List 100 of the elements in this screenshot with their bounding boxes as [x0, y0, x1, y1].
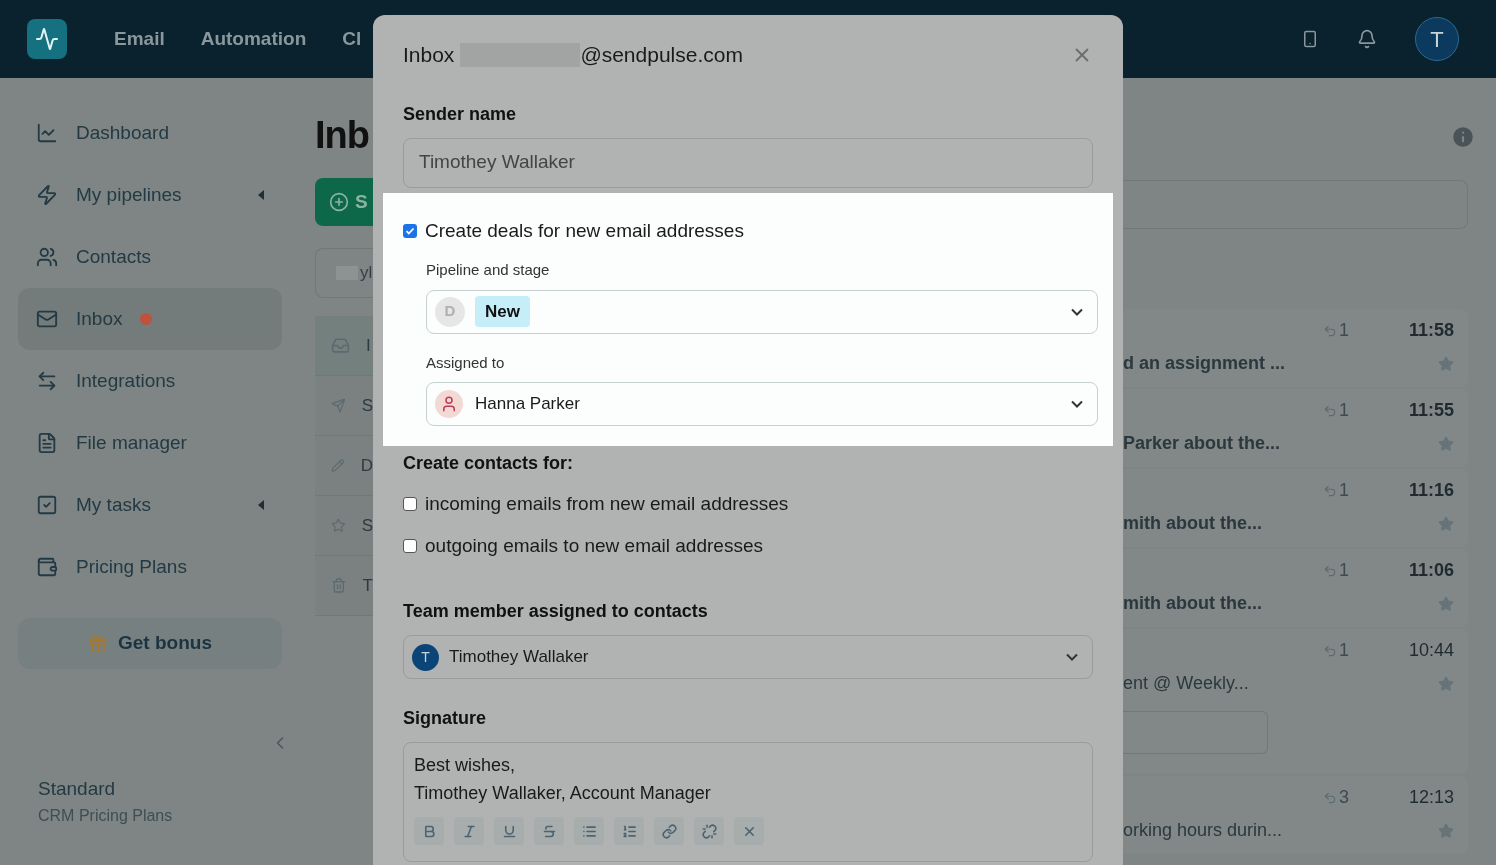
file-icon — [36, 432, 58, 454]
sidebar-item[interactable]: My tasks — [18, 474, 282, 536]
reply-icon — [1323, 403, 1337, 418]
plan-subtitle: CRM Pricing Plans — [38, 805, 174, 826]
signature-editor[interactable]: Best wishes, Timothey Wallaker, Account Manager — [403, 742, 1093, 862]
message-row[interactable]: 1 11:58 d an assignment ... — [1123, 309, 1468, 387]
arrows-icon — [36, 370, 58, 392]
strikethrough-icon[interactable] — [534, 817, 564, 845]
message-row[interactable]: 1 11:55 Parker about the... — [1123, 389, 1468, 467]
star-icon[interactable] — [1438, 595, 1454, 612]
close-icon[interactable] — [734, 817, 764, 845]
message-snippet: Parker about the... — [1123, 432, 1281, 455]
checkbox-label: incoming emails from new email addresses — [425, 492, 789, 516]
signature-line: Timothey Wallaker, Account Manager — [414, 782, 712, 805]
reply-icon — [1323, 323, 1337, 338]
reply-icon — [1323, 483, 1337, 498]
inbox-icon — [331, 336, 350, 355]
assignee-select[interactable]: Hanna Parker — [426, 382, 1098, 426]
select-value: Timothey Wallaker — [449, 646, 589, 669]
person-icon — [440, 395, 458, 413]
users-icon — [36, 246, 58, 268]
field-label: Assigned to — [426, 352, 506, 373]
search-field[interactable] — [1123, 180, 1468, 229]
get-bonus-button[interactable]: Get bonus — [18, 618, 282, 669]
message-row[interactable]: 1 10:44 ent @ Weekly... — [1123, 629, 1468, 774]
checkbox-label: Create deals for new email addresses — [425, 218, 744, 243]
sidebar-item[interactable]: My pipelines — [18, 164, 282, 226]
plus-circle-icon — [329, 192, 349, 212]
mail-icon — [36, 308, 58, 330]
star-icon[interactable] — [1438, 435, 1454, 452]
star-icon[interactable] — [1438, 822, 1454, 839]
bold-icon[interactable] — [414, 817, 444, 845]
checkbox[interactable] — [403, 497, 417, 512]
reply-icon — [1323, 790, 1337, 805]
sidebar-item[interactable]: File manager — [18, 412, 282, 474]
field-label: Signature — [402, 707, 487, 730]
sidebar-label: Contacts — [76, 244, 151, 269]
sidebar-label: Dashboard — [76, 120, 169, 145]
caret-icon[interactable] — [258, 190, 264, 200]
chevron-down-icon — [1066, 653, 1078, 661]
bell-icon[interactable] — [1357, 29, 1377, 49]
gift-icon — [88, 633, 108, 654]
checkbox-label: outgoing emails to new email addresses — [425, 533, 763, 558]
italic-icon[interactable] — [454, 817, 484, 845]
nav-link[interactable]: Automation — [200, 24, 307, 54]
sidebar-item[interactable]: Integrations — [18, 350, 282, 412]
team-member-select[interactable]: T Timothey Wallaker — [403, 635, 1093, 679]
trash-icon — [331, 576, 347, 595]
message-row[interactable]: 1 11:16 mith about the... — [1123, 469, 1468, 547]
chart-icon — [36, 122, 58, 144]
dialog-title: @sendpulse.com — [580, 42, 743, 68]
zap-icon — [36, 184, 58, 206]
checkbox-icon — [36, 494, 58, 516]
signature-line: Best wishes, — [414, 754, 517, 777]
message-snippet: ent @ Weekly... — [1123, 672, 1249, 695]
caret-icon[interactable] — [258, 500, 264, 510]
message-row[interactable]: 1 11:06 mith about the... — [1123, 549, 1468, 627]
chevron-down-icon — [1071, 307, 1083, 316]
sidebar-item[interactable]: Contacts — [18, 226, 282, 288]
message-time: 10:44 — [1407, 639, 1454, 662]
reply-icon — [1323, 563, 1337, 578]
info-icon[interactable] — [1450, 124, 1476, 150]
sender-name-field[interactable]: Timothey Wallaker — [403, 137, 1093, 188]
avatar[interactable]: T — [1415, 17, 1459, 61]
sidebar-label: My pipelines — [76, 182, 182, 207]
message-snippet: mith about the... — [1123, 512, 1262, 535]
compose-button[interactable]: S — [315, 178, 373, 226]
link-icon[interactable] — [654, 817, 684, 845]
checkbox[interactable] — [403, 223, 417, 238]
nav-link[interactable]: Cl — [342, 24, 362, 54]
sidebar-item[interactable]: Dashboard — [18, 102, 282, 164]
sidebar-item[interactable]: Pricing Plans — [18, 536, 282, 598]
star-icon[interactable] — [1438, 355, 1454, 372]
chevron-down-icon — [1071, 400, 1083, 408]
member-avatar: T — [412, 643, 439, 671]
list-icon[interactable] — [574, 817, 604, 845]
reply-count: 3 — [1323, 784, 1349, 811]
numbered-list-icon[interactable] — [614, 817, 644, 845]
field-label: Sender name — [402, 102, 518, 126]
message-time: 12:13 — [1407, 786, 1454, 809]
underline-icon[interactable] — [494, 817, 524, 845]
reply-count: 1 — [1323, 477, 1349, 504]
reply-icon — [1323, 643, 1337, 658]
field-label: Pipeline and stage — [426, 260, 551, 280]
reply-count: 1 — [1323, 397, 1349, 424]
sidebar-item[interactable]: Inbox — [18, 288, 282, 350]
nav-link[interactable]: Email — [114, 24, 165, 54]
star-icon[interactable] — [1438, 675, 1454, 692]
message-snippet: mith about the... — [1123, 592, 1262, 615]
logo-icon[interactable] — [27, 19, 67, 59]
send-icon — [331, 396, 346, 415]
folder-item[interactable]: I — [315, 316, 373, 376]
message-snippet: orking hours durin... — [1123, 819, 1283, 842]
message-row[interactable]: 3 12:13 orking hours durin... — [1123, 776, 1468, 854]
unlink-icon[interactable] — [694, 817, 724, 845]
checkbox[interactable] — [403, 538, 417, 553]
select-value: Hanna Parker — [475, 393, 580, 416]
field-label: Team member assigned to contacts — [402, 600, 709, 623]
star-icon[interactable] — [1438, 515, 1454, 532]
phone-icon[interactable] — [1301, 30, 1319, 48]
